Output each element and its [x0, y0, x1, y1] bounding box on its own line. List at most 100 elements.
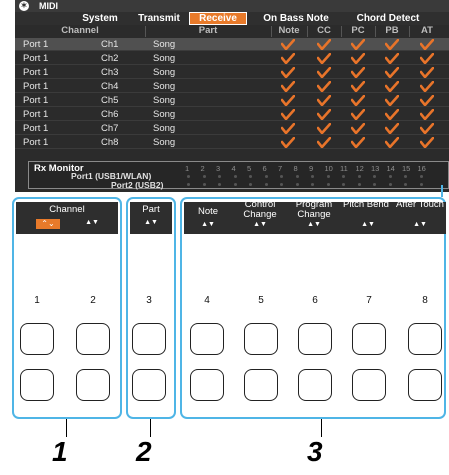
checkmark-icon[interactable] [281, 109, 295, 120]
rx-indicator-dot [249, 175, 252, 178]
checkmark-icon[interactable] [281, 95, 295, 106]
rx-indicator-dot [233, 183, 237, 186]
checkmark-icon[interactable] [385, 67, 399, 78]
checkmark-icon[interactable] [281, 137, 295, 148]
callout-line [66, 419, 67, 437]
table-row[interactable]: Port 1 Ch2 Song [15, 52, 449, 65]
checkmark-icon[interactable] [351, 67, 365, 78]
upper-button-7[interactable] [352, 323, 386, 355]
checkmark-icon[interactable] [281, 123, 295, 134]
checkmark-icon[interactable] [385, 109, 399, 120]
rx-indicator-dot [264, 183, 268, 186]
lower-button-6[interactable] [298, 369, 332, 401]
channel-arrows[interactable]: ▲▼ [80, 219, 104, 226]
checkmark-icon[interactable] [351, 81, 365, 92]
upper-button-5[interactable] [244, 323, 278, 355]
header-pb: PB [385, 25, 399, 36]
checkmark-icon[interactable] [317, 137, 331, 148]
row-port: Port 1 [23, 109, 49, 120]
checkmark-icon[interactable] [420, 67, 434, 78]
lower-button-2[interactable] [76, 369, 110, 401]
upper-button-3[interactable] [132, 323, 166, 355]
checkmark-icon[interactable] [420, 53, 434, 64]
upper-button-4[interactable] [190, 323, 224, 355]
header-part: Part [198, 25, 218, 36]
lower-button-8[interactable] [408, 369, 442, 401]
rx-indicator-dot [264, 175, 268, 178]
checkmark-icon[interactable] [385, 95, 399, 106]
part-arrows[interactable]: ▲▼ [139, 219, 163, 226]
row-channel: Ch7 [101, 123, 119, 134]
checkmark-icon[interactable] [385, 137, 399, 148]
checkmark-icon[interactable] [351, 53, 365, 64]
checkmark-icon[interactable] [385, 39, 399, 50]
tab-receive[interactable]: Receive [189, 12, 247, 25]
channel-arrows-selected[interactable]: ⌃⌄ [36, 219, 60, 229]
checkmark-icon[interactable] [385, 81, 399, 92]
table-row[interactable]: Port 1 Ch6 Song [15, 108, 449, 121]
upper-button-8[interactable] [408, 323, 442, 355]
checkmark-icon[interactable] [317, 81, 331, 92]
checkmark-icon[interactable] [317, 53, 331, 64]
checkmark-icon[interactable] [281, 53, 295, 64]
checkmark-icon[interactable] [351, 95, 365, 106]
header-pc: PC [351, 25, 365, 36]
pc-arrows[interactable]: ▲▼ [302, 221, 326, 228]
pb-arrows[interactable]: ▲▼ [356, 221, 380, 228]
rx-port2-label: Port2 (USB2) [111, 180, 164, 190]
header-divider [307, 26, 308, 37]
table-row[interactable]: Port 1 Ch4 Song [15, 80, 449, 93]
checkmark-icon[interactable] [420, 81, 434, 92]
upper-button-6[interactable] [298, 323, 332, 355]
checkmark-icon[interactable] [420, 109, 434, 120]
checkmark-icon[interactable] [281, 81, 295, 92]
checkmark-icon[interactable] [281, 67, 295, 78]
note-label: Note [197, 206, 219, 217]
checkmark-icon[interactable] [420, 137, 434, 148]
table-row[interactable]: Port 1 Ch1 Song [15, 38, 449, 51]
checkmark-icon[interactable] [351, 137, 365, 148]
tab-chord-detect[interactable]: Chord Detect [345, 12, 431, 25]
rx-indicator-dot [342, 175, 345, 178]
checkmark-icon[interactable] [281, 39, 295, 50]
lower-button-1[interactable] [20, 369, 54, 401]
tab-transmit[interactable]: Transmit [131, 12, 187, 25]
at-arrows[interactable]: ▲▼ [408, 221, 432, 228]
note-arrows[interactable]: ▲▼ [196, 221, 220, 228]
upper-button-1[interactable] [20, 323, 54, 355]
row-part: Song [153, 67, 176, 78]
button-number-label: 5 [258, 295, 264, 306]
checkmark-icon[interactable] [317, 39, 331, 50]
lower-button-5[interactable] [244, 369, 278, 401]
cc-arrows[interactable]: ▲▼ [248, 221, 272, 228]
tab-system[interactable]: System [75, 12, 125, 25]
checkmark-icon[interactable] [317, 123, 331, 134]
upper-button-2[interactable] [76, 323, 110, 355]
midi-screen: ✶ MIDI System Transmit Receive On Bass N… [15, 0, 449, 192]
table-row[interactable]: Port 1 Ch3 Song [15, 66, 449, 79]
checkmark-icon[interactable] [351, 123, 365, 134]
header-divider [271, 26, 272, 37]
checkmark-icon[interactable] [317, 109, 331, 120]
rx-indicator-dot [187, 175, 190, 178]
checkmark-icon[interactable] [420, 123, 434, 134]
row-channel: Ch4 [101, 81, 119, 92]
checkmark-icon[interactable] [351, 39, 365, 50]
checkmark-icon[interactable] [317, 95, 331, 106]
rx-indicator-dot [419, 183, 423, 186]
row-channel: Ch8 [101, 137, 119, 148]
table-row[interactable]: Port 1 Ch5 Song [15, 94, 449, 107]
lower-button-7[interactable] [352, 369, 386, 401]
table-row[interactable]: Port 1 Ch8 Song [15, 136, 449, 149]
lower-button-3[interactable] [132, 369, 166, 401]
checkmark-icon[interactable] [420, 39, 434, 50]
lower-button-4[interactable] [190, 369, 224, 401]
checkmark-icon[interactable] [420, 95, 434, 106]
checkmark-icon[interactable] [317, 67, 331, 78]
button-number-label: 8 [422, 295, 428, 306]
tab-on-bass-note[interactable]: On Bass Note [253, 12, 339, 25]
checkmark-icon[interactable] [385, 123, 399, 134]
checkmark-icon[interactable] [351, 109, 365, 120]
checkmark-icon[interactable] [385, 53, 399, 64]
table-row[interactable]: Port 1 Ch7 Song [15, 122, 449, 135]
